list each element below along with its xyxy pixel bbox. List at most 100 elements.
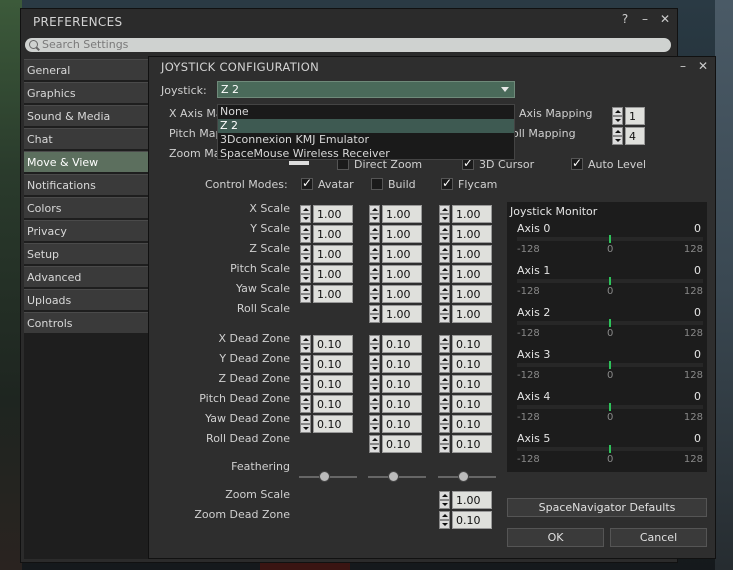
mode-flycam-checkbox[interactable] [441, 176, 453, 190]
build-yaw-scale[interactable]: 1.00 [369, 285, 423, 303]
avatar-z-scale[interactable]: 1.00 [300, 245, 354, 263]
build-x-scale[interactable]: 1.00 [369, 205, 423, 223]
spin-down-icon[interactable] [300, 294, 311, 303]
spinner-value[interactable]: 0.10 [382, 415, 422, 433]
spin-down-icon[interactable] [369, 424, 380, 433]
build-pitch-scale[interactable]: 1.00 [369, 265, 423, 283]
spin-down-icon[interactable] [439, 404, 450, 413]
avatar-pitch-dead-zone[interactable]: 0.10 [300, 395, 354, 413]
spin-up-icon[interactable] [300, 205, 311, 214]
spin-up-icon[interactable] [439, 265, 450, 274]
avatar-yaw-dead-zone[interactable]: 0.10 [300, 415, 354, 433]
spinner-value[interactable]: 1.00 [313, 225, 353, 243]
spin-down-icon[interactable] [369, 314, 380, 323]
spin-up-icon[interactable] [439, 245, 450, 254]
build-feathering-knob[interactable] [388, 471, 399, 482]
spinner-value[interactable]: 1.00 [452, 225, 492, 243]
spin-up-icon[interactable] [300, 265, 311, 274]
ok-button[interactable]: OK [507, 528, 604, 547]
spinner-value[interactable]: 0.10 [382, 335, 422, 353]
spinner-value[interactable]: 0.10 [382, 435, 422, 453]
spin-down-icon[interactable] [300, 254, 311, 263]
dropdown-option-kmj[interactable]: 3Dconnexion KMJ Emulator [218, 133, 514, 147]
spin-up-icon[interactable] [439, 225, 450, 234]
sidebar-item-notifications[interactable]: Notifications [24, 174, 149, 195]
spinner-value[interactable]: 0.10 [313, 335, 353, 353]
spinner-value[interactable]: 1.00 [313, 285, 353, 303]
flycam-y-scale[interactable]: 1.00 [439, 225, 493, 243]
avatar-feathering-knob[interactable] [319, 471, 330, 482]
spin-down-icon[interactable] [300, 424, 311, 433]
spin-up-icon[interactable] [369, 355, 380, 364]
spacenavigator-defaults-button[interactable]: SpaceNavigator Defaults [507, 498, 707, 517]
sidebar-item-colors[interactable]: Colors [24, 197, 149, 218]
flycam-yaw-scale[interactable]: 1.00 [439, 285, 493, 303]
spin-down-icon[interactable] [612, 116, 623, 125]
spin-up-icon[interactable] [369, 335, 380, 344]
spinner-value[interactable]: 1.00 [313, 245, 353, 263]
flycam-x-dead-zone[interactable]: 0.10 [439, 335, 493, 353]
spinner-value[interactable]: 0.10 [452, 395, 492, 413]
sidebar-item-controls[interactable]: Controls [24, 312, 149, 333]
spin-down-icon[interactable] [439, 214, 450, 223]
spinner-value[interactable]: 0.10 [382, 375, 422, 393]
avatar-x-scale[interactable]: 1.00 [300, 205, 354, 223]
spin-down-icon[interactable] [369, 384, 380, 393]
spinner-value[interactable]: 1.00 [382, 305, 422, 323]
spin-up-icon[interactable] [369, 305, 380, 314]
spinner-value[interactable]: 1.00 [452, 205, 492, 223]
spin-down-icon[interactable] [439, 444, 450, 453]
flycam-yaw-dead-zone[interactable]: 0.10 [439, 415, 493, 433]
spin-down-icon[interactable] [439, 274, 450, 283]
spin-up-icon[interactable] [439, 285, 450, 294]
spin-down-icon[interactable] [300, 384, 311, 393]
spin-up-icon[interactable] [439, 491, 450, 500]
build-y-dead-zone[interactable]: 0.10 [369, 355, 423, 373]
build-pitch-dead-zone[interactable]: 0.10 [369, 395, 423, 413]
sidebar-item-privacy[interactable]: Privacy [24, 220, 149, 241]
spin-down-icon[interactable] [439, 344, 450, 353]
build-z-dead-zone[interactable]: 0.10 [369, 375, 423, 393]
spinner-value[interactable]: 0.10 [452, 355, 492, 373]
avatar-y-dead-zone[interactable]: 0.10 [300, 355, 354, 373]
spin-down-icon[interactable] [439, 364, 450, 373]
spinner-value[interactable]: 1.00 [452, 285, 492, 303]
dropdown-option-none[interactable]: None [218, 105, 514, 119]
spinner-value[interactable]: 0.10 [452, 375, 492, 393]
sidebar-item-uploads[interactable]: Uploads [24, 289, 149, 310]
spin-down-icon[interactable] [439, 500, 450, 509]
cancel-button[interactable]: Cancel [610, 528, 707, 547]
build-z-scale[interactable]: 1.00 [369, 245, 423, 263]
mode-avatar-checkbox[interactable] [301, 176, 313, 190]
spin-up-icon[interactable] [300, 225, 311, 234]
spinner-value[interactable]: 1.00 [452, 491, 492, 509]
spin-up-icon[interactable] [369, 375, 380, 384]
spinner-value[interactable]: 0.10 [452, 335, 492, 353]
spin-down-icon[interactable] [369, 404, 380, 413]
spin-down-icon[interactable] [439, 314, 450, 323]
sidebar-item-chat[interactable]: Chat [24, 128, 149, 149]
spin-down-icon[interactable] [369, 234, 380, 243]
spinner-value[interactable]: 1.00 [452, 265, 492, 283]
mode-build-checkbox[interactable] [371, 178, 383, 190]
roll-mapping-spinner[interactable]: 4 [612, 127, 648, 145]
spin-up-icon[interactable] [300, 285, 311, 294]
spinner-value[interactable]: 0.10 [382, 395, 422, 413]
spin-up-icon[interactable] [439, 415, 450, 424]
spinner-value[interactable]: 0.10 [382, 355, 422, 373]
search-input[interactable]: Search Settings [25, 38, 671, 52]
spinner-value[interactable]: 1.00 [382, 285, 422, 303]
spin-down-icon[interactable] [439, 384, 450, 393]
avatar-y-scale[interactable]: 1.00 [300, 225, 354, 243]
spin-down-icon[interactable] [369, 294, 380, 303]
build-roll-scale[interactable]: 1.00 [369, 305, 423, 323]
build-x-dead-zone[interactable]: 0.10 [369, 335, 423, 353]
avatar-yaw-scale[interactable]: 1.00 [300, 285, 354, 303]
dropdown-option-z2[interactable]: Z 2 [218, 119, 514, 133]
spinner-value[interactable]: 1.00 [313, 205, 353, 223]
spinner-value[interactable]: 0.10 [313, 375, 353, 393]
spin-up-icon[interactable] [612, 127, 623, 136]
spin-down-icon[interactable] [300, 274, 311, 283]
close-icon[interactable]: ✕ [659, 13, 671, 25]
spin-down-icon[interactable] [369, 364, 380, 373]
